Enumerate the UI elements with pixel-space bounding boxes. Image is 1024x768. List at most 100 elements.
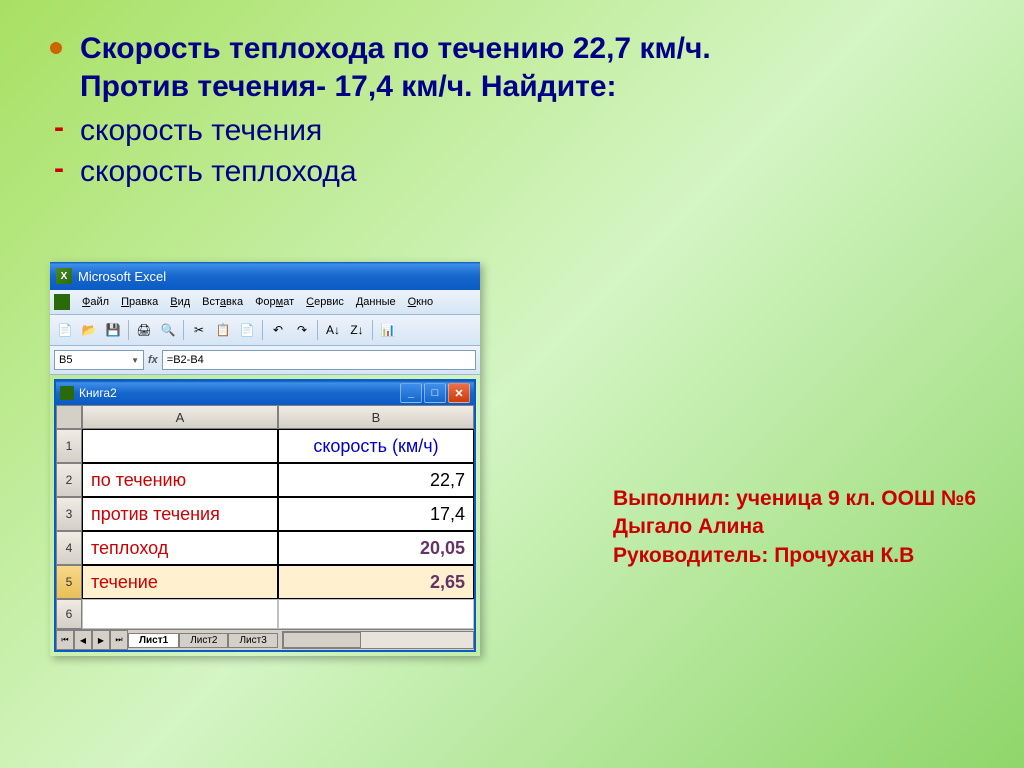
tab-nav-last-icon[interactable]: ⏭ [110, 630, 128, 650]
minimize-icon[interactable]: _ [400, 383, 422, 403]
tab-nav-next-icon[interactable]: ▶ [92, 630, 110, 650]
table-row: 1 скорость (км/ч) [56, 429, 474, 463]
sub-bullet-1: - скорость течения [50, 111, 974, 150]
menu-format[interactable]: Формат [249, 296, 300, 308]
sort-icon[interactable]: A↓ [322, 319, 344, 341]
tab-nav-prev-icon[interactable]: ◀ [74, 630, 92, 650]
col-a-header[interactable]: A [82, 405, 278, 429]
sheet-tabs-bar: ⏮ ◀ ▶ ⏭ Лист1 Лист2 Лист3 [56, 629, 474, 650]
sub2-text: скорость теплохода [80, 152, 357, 191]
table-row-active: 5 течение 2,65 [56, 565, 474, 599]
open-icon[interactable]: 📂 [78, 319, 100, 341]
formula-value: =B2-B4 [167, 354, 204, 366]
paste-icon[interactable]: 📄 [236, 319, 258, 341]
sheet-tab-2[interactable]: Лист2 [179, 633, 228, 648]
excel-window: X Microsoft Excel Файл Правка Вид Вставк… [50, 262, 480, 656]
formula-input[interactable]: =B2-B4 [162, 350, 476, 370]
cell-a6[interactable] [82, 599, 278, 629]
sheet-tab-1[interactable]: Лист1 [128, 633, 179, 648]
cell-b3[interactable]: 17,4 [278, 497, 474, 531]
dropdown-arrow-icon[interactable]: ▼ [131, 356, 139, 365]
scroll-thumb[interactable] [283, 632, 361, 648]
menu-edit[interactable]: Правка [115, 296, 164, 308]
horizontal-scrollbar[interactable] [282, 631, 474, 649]
attribution-line2: Дыгало Алина [613, 513, 976, 541]
col-b-header[interactable]: B [278, 405, 474, 429]
fx-icon[interactable]: fx [148, 354, 158, 366]
attribution-block: Выполнил: ученица 9 кл. ООШ №6 Дыгало Ал… [613, 485, 976, 570]
separator-icon [128, 320, 129, 340]
menu-data[interactable]: Данные [350, 296, 402, 308]
toolbar: 📄 📂 💾 🖨 🔍 ✂ 📋 📄 ↶ ↷ A↓ Z↓ 📊 [50, 315, 480, 346]
close-icon[interactable]: ✕ [448, 383, 470, 403]
cut-icon[interactable]: ✂ [188, 319, 210, 341]
excel-titlebar[interactable]: X Microsoft Excel [50, 262, 480, 290]
menu-window[interactable]: Окно [402, 296, 440, 308]
table-row: 2 по течению 22,7 [56, 463, 474, 497]
row-header[interactable]: 5 [56, 565, 82, 599]
row-header[interactable]: 2 [56, 463, 82, 497]
row-header[interactable]: 6 [56, 599, 82, 629]
namebox-value: B5 [59, 354, 72, 366]
attribution-line3: Руководитель: Прочухан К.В [613, 542, 976, 570]
select-all-corner[interactable] [56, 405, 82, 429]
sub-bullet-2: - скорость теплохода [50, 152, 974, 191]
separator-icon [372, 320, 373, 340]
spreadsheet: A B 1 скорость (км/ч) 2 по течению 22,7 … [56, 405, 474, 650]
cell-a3[interactable]: против течения [82, 497, 278, 531]
workbook-window: Книга2 _ □ ✕ A B 1 скорость (км/ч) [54, 379, 476, 652]
sort-desc-icon[interactable]: Z↓ [346, 319, 368, 341]
formula-bar: B5 ▼ fx =B2-B4 [50, 346, 480, 375]
name-box[interactable]: B5 ▼ [54, 350, 144, 370]
separator-icon [262, 320, 263, 340]
column-headers: A B [56, 405, 474, 429]
cell-a4[interactable]: теплоход [82, 531, 278, 565]
excel-title: Microsoft Excel [78, 269, 166, 284]
new-icon[interactable]: 📄 [54, 319, 76, 341]
separator-icon [317, 320, 318, 340]
save-icon[interactable]: 💾 [102, 319, 124, 341]
dash-icon: - [54, 152, 64, 186]
preview-icon[interactable]: 🔍 [157, 319, 179, 341]
workbook-titlebar[interactable]: Книга2 _ □ ✕ [56, 381, 474, 405]
cell-b5[interactable]: 2,65 [278, 565, 474, 599]
cell-b4[interactable]: 20,05 [278, 531, 474, 565]
menu-view[interactable]: Вид [164, 296, 196, 308]
table-row: 3 против течения 17,4 [56, 497, 474, 531]
chart-icon[interactable]: 📊 [377, 319, 399, 341]
undo-icon[interactable]: ↶ [267, 319, 289, 341]
cell-a5[interactable]: течение [82, 565, 278, 599]
row-header[interactable]: 3 [56, 497, 82, 531]
title-line2: Против течения- 17,4 км/ч. Найдите: [80, 70, 617, 103]
menu-insert[interactable]: Вставка [196, 296, 249, 308]
menu-file[interactable]: Файл [76, 296, 115, 308]
table-row: 6 [56, 599, 474, 629]
excel-app-icon: X [56, 268, 72, 284]
cell-a1[interactable] [82, 429, 278, 463]
menubar: Файл Правка Вид Вставка Формат Сервис Да… [50, 290, 480, 315]
main-bullet: Скорость теплохода по течению 22,7 км/ч.… [50, 30, 974, 105]
title-line1: Скорость теплохода по течению 22,7 км/ч. [80, 32, 711, 65]
cell-b6[interactable] [278, 599, 474, 629]
attribution-line1: Выполнил: ученица 9 кл. ООШ №6 [613, 485, 976, 513]
row-header[interactable]: 1 [56, 429, 82, 463]
row-header[interactable]: 4 [56, 531, 82, 565]
problem-statement: Скорость теплохода по течению 22,7 км/ч.… [80, 30, 711, 105]
bullet-dot-icon [50, 42, 62, 54]
table-row: 4 теплоход 20,05 [56, 531, 474, 565]
sheet-tab-3[interactable]: Лист3 [228, 633, 277, 648]
maximize-icon[interactable]: □ [424, 383, 446, 403]
sub1-text: скорость течения [80, 111, 322, 150]
copy-icon[interactable]: 📋 [212, 319, 234, 341]
redo-icon[interactable]: ↷ [291, 319, 313, 341]
menu-tools[interactable]: Сервис [300, 296, 350, 308]
tab-nav-first-icon[interactable]: ⏮ [56, 630, 74, 650]
dash-icon: - [54, 111, 64, 145]
cell-b1[interactable]: скорость (км/ч) [278, 429, 474, 463]
cell-b2[interactable]: 22,7 [278, 463, 474, 497]
print-icon[interactable]: 🖨 [133, 319, 155, 341]
cell-a2[interactable]: по течению [82, 463, 278, 497]
control-menu-icon[interactable] [54, 294, 70, 310]
separator-icon [183, 320, 184, 340]
workbook-icon [60, 386, 74, 400]
